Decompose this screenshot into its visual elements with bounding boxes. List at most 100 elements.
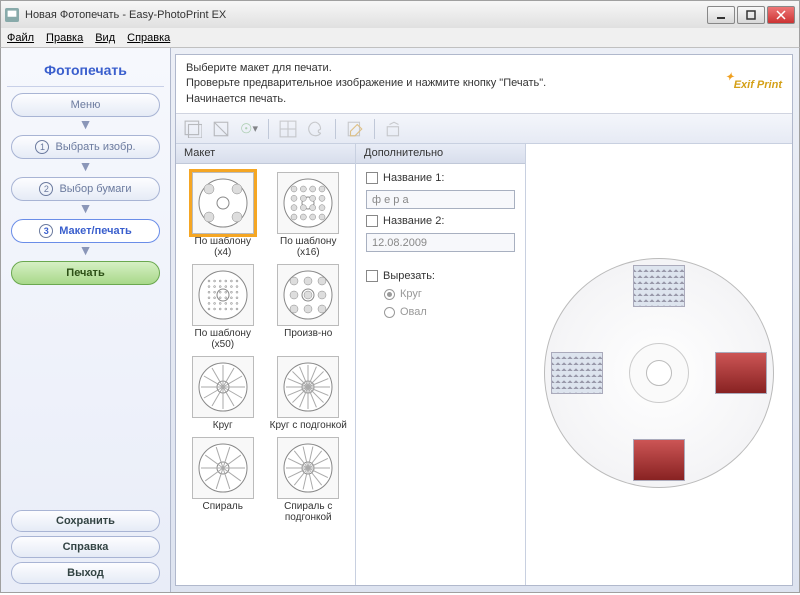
layout-label: По шаблону (x4) [182,236,264,258]
disc-preview [544,258,774,488]
step-number: 1 [35,140,49,154]
arrow-down-icon: ▼ [7,119,164,129]
preview-photo-4[interactable] [633,439,685,481]
save-button[interactable]: Сохранить [11,510,160,532]
layout-thumb [192,437,254,499]
layout-item-spiral[interactable]: Спираль [182,437,264,523]
close-button[interactable] [767,6,795,24]
grid-icon[interactable] [279,120,297,138]
title1-input[interactable] [366,190,515,209]
preview-photo-2[interactable] [551,352,603,394]
separator [268,119,269,139]
help-button[interactable]: Справка [11,536,160,558]
tb-icon-2[interactable] [212,120,230,138]
layout-item-tmpl16[interactable]: По шаблону (x16) [268,172,350,258]
arrow-down-icon: ▼ [7,245,164,255]
checkbox-icon[interactable] [366,172,378,184]
window-controls [705,6,795,24]
layout-item-spiral-fit[interactable]: Спираль с подгонкой [268,437,350,523]
layout-item-tmpl50[interactable]: По шаблону (x50) [182,264,264,350]
separator [374,119,375,139]
label: Название 1: [383,172,444,184]
panes: Макет По шаблону (x4)По шаблону (x16)По … [176,144,792,585]
edit-icon[interactable] [346,120,364,138]
layout-item-tmpl4[interactable]: По шаблону (x4) [182,172,264,258]
button-label: Справка [63,541,109,553]
layout-item-circle[interactable]: Круг [182,356,264,431]
instruction-line: Начинается печать. [186,92,725,107]
title-bar: Новая Фотопечать - Easy-PhotoPrint EX [0,0,800,28]
label: Вырезать: [383,270,435,282]
layout-thumb [277,264,339,326]
main-panel: Выберите макет для печати. Проверьте пре… [175,54,793,586]
layout-thumb [192,172,254,234]
settings-icon[interactable] [385,120,403,138]
checkbox-icon[interactable] [366,215,378,227]
radio-icon[interactable] [384,307,395,318]
layout-item-circle-fit[interactable]: Круг с подгонкой [268,356,350,431]
exit-button[interactable]: Выход [11,562,160,584]
app-icon [5,8,19,22]
layout-label: Спираль с подгонкой [268,501,350,523]
arrow-down-icon: ▼ [7,161,164,171]
brand-logo: ✦Exif Print [725,75,782,93]
sidebar-step-menu[interactable]: Меню [11,93,160,117]
palette-icon[interactable] [307,120,325,138]
step-number: 3 [39,224,53,238]
instruction-bar: Выберите макет для печати. Проверьте пре… [176,55,792,114]
options-header: Дополнительно [356,144,525,164]
layout-thumb [277,172,339,234]
checkbox-icon[interactable] [366,270,378,282]
label: Название 2: [383,215,444,227]
disc-hole [646,360,672,386]
content: Фотопечать Меню ▼ 1 Выбрать изобр. ▼ 2 Выб… [0,48,800,593]
toolbar: ▾ [176,114,792,144]
layout-thumb [277,437,339,499]
sidebar-step-layout[interactable]: 3 Макет/печать [11,219,160,243]
title1-row[interactable]: Название 1: [366,172,515,184]
layout-label: Круг с подгонкой [268,420,350,431]
preview-column [526,144,792,585]
layout-thumb [192,356,254,418]
preview-photo-1[interactable] [633,265,685,307]
sidebar-step-paper[interactable]: 2 Выбор бумаги [11,177,160,201]
preview-photo-3[interactable] [715,352,767,394]
menu-edit[interactable]: Правка [46,32,83,44]
options-body: Название 1: Название 2: Вырезать: Круг О… [356,164,525,326]
instructions: Выберите макет для печати. Проверьте пре… [186,61,725,107]
maximize-button[interactable] [737,6,765,24]
minimize-button[interactable] [707,6,735,24]
title2-input[interactable] [366,233,515,252]
button-label: Выход [67,567,104,579]
menu-view[interactable]: Вид [95,32,115,44]
tb-icon-1[interactable] [184,120,202,138]
menu-file[interactable]: Файл [7,32,34,44]
menu-help[interactable]: Справка [127,32,170,44]
separator [335,119,336,139]
button-label: Печать [66,267,104,279]
crop-circle-row: Круг [384,288,515,300]
step-label: Выбрать изобр. [55,141,135,153]
arrow-down-icon: ▼ [7,203,164,213]
layout-label: Круг [182,420,264,431]
step-label: Макет/печать [59,225,131,237]
layout-item-free[interactable]: Произв-но [268,264,350,350]
sidebar-title: Фотопечать [7,56,164,87]
sidebar: Фотопечать Меню ▼ 1 Выбрать изобр. ▼ 2 Выб… [1,48,171,592]
print-button[interactable]: Печать [11,261,160,285]
title2-row[interactable]: Название 2: [366,215,515,227]
layout-column: Макет По шаблону (x4)По шаблону (x16)По … [176,144,356,585]
label: Круг [400,288,422,300]
step-number: 2 [39,182,53,196]
window-title: Новая Фотопечать - Easy-PhotoPrint EX [25,9,705,21]
label: Овал [400,306,427,318]
step-label: Выбор бумаги [59,183,131,195]
layout-label: Произв-но [268,328,350,339]
layout-header: Макет [176,144,355,164]
sidebar-step-select[interactable]: 1 Выбрать изобр. [11,135,160,159]
radio-icon[interactable] [384,289,395,300]
crop-row[interactable]: Вырезать: [366,270,515,282]
step-label: Меню [71,99,101,111]
layout-thumb [192,264,254,326]
disc-icon[interactable]: ▾ [240,120,258,138]
